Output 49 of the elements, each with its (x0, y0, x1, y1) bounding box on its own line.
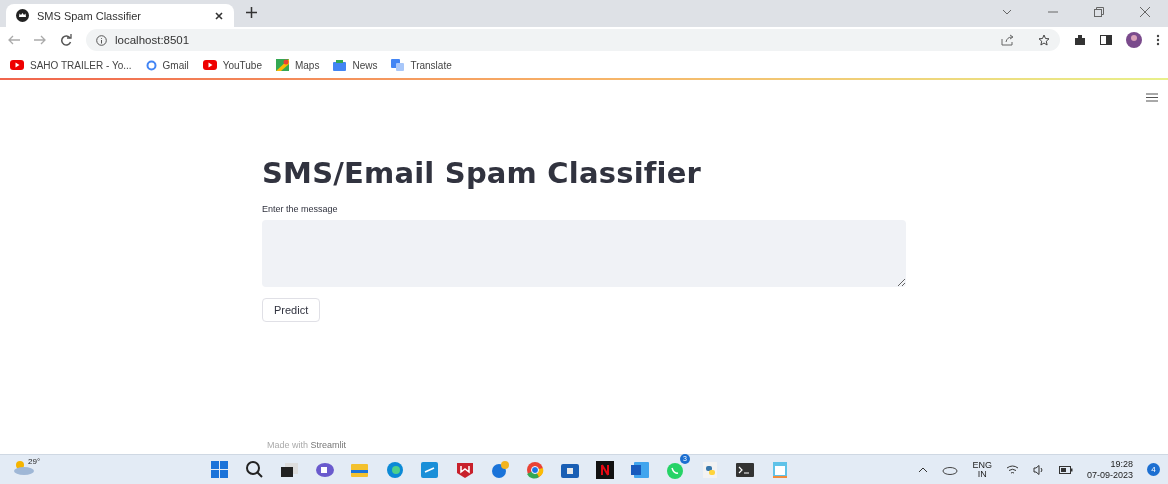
reload-icon[interactable] (60, 34, 72, 46)
g-logo-icon (145, 59, 157, 71)
page-title: SMS/Email Spam Classifier (262, 156, 703, 190)
battery-icon[interactable] (1058, 465, 1073, 474)
more-icon[interactable] (1156, 34, 1160, 46)
map-icon (275, 59, 289, 71)
cloud-icon[interactable] (942, 464, 959, 475)
browser-tab[interactable]: SMS Spam Classifier (6, 4, 234, 27)
avatar-icon[interactable] (1126, 32, 1142, 48)
predict-button[interactable]: Predict (262, 298, 321, 322)
bookmark-link[interactable]: Gmail (145, 59, 189, 71)
crown-icon (16, 9, 29, 22)
chevron-up-icon[interactable] (918, 466, 929, 473)
windows-icon[interactable] (210, 459, 230, 480)
edge-icon[interactable] (385, 459, 405, 480)
bookmark-link[interactable]: Maps (275, 59, 320, 71)
bookmark-link[interactable]: YouTube (202, 59, 262, 71)
language-indicator[interactable]: ENG IN (972, 460, 992, 479)
bookmark-link[interactable]: Translate (391, 59, 452, 71)
chevron-down-icon[interactable] (1002, 9, 1012, 15)
url-text: localhost:8501 (115, 34, 190, 46)
menu-icon[interactable] (1146, 93, 1158, 102)
footer-text: Made with Streamlit (267, 440, 347, 450)
new-tab-icon[interactable] (246, 7, 257, 18)
bookmark-link[interactable]: News (333, 59, 378, 71)
play-icon (202, 60, 217, 70)
news-icon (333, 59, 347, 71)
field-label: Enter the message (262, 204, 339, 214)
share-icon[interactable] (1001, 34, 1014, 46)
bookmark-link[interactable]: SAHO TRAILER - Yo... (10, 59, 132, 71)
puzzle-icon[interactable] (1074, 34, 1086, 46)
speaker-icon[interactable] (1032, 464, 1045, 475)
play-icon (10, 60, 24, 70)
chrome-icon[interactable] (525, 459, 545, 480)
wifi-icon[interactable] (1005, 464, 1019, 475)
info-icon (96, 34, 107, 46)
message-input[interactable] (262, 220, 906, 287)
address-bar[interactable]: localhost:8501 (86, 29, 1060, 51)
side-panel-icon[interactable] (1100, 35, 1112, 45)
restore-icon[interactable] (1094, 7, 1104, 17)
netflix-icon[interactable] (595, 459, 615, 480)
notification-badge[interactable]: 4 (1147, 463, 1160, 476)
search-icon[interactable] (245, 459, 265, 480)
temperature: 29° (28, 457, 41, 466)
star-icon[interactable] (1038, 34, 1050, 46)
clock[interactable]: 19:28 07-09-2023 (1086, 459, 1133, 480)
tab-title: SMS Spam Classifier (37, 9, 142, 22)
close-icon[interactable] (214, 10, 224, 21)
translate-icon (391, 59, 405, 71)
